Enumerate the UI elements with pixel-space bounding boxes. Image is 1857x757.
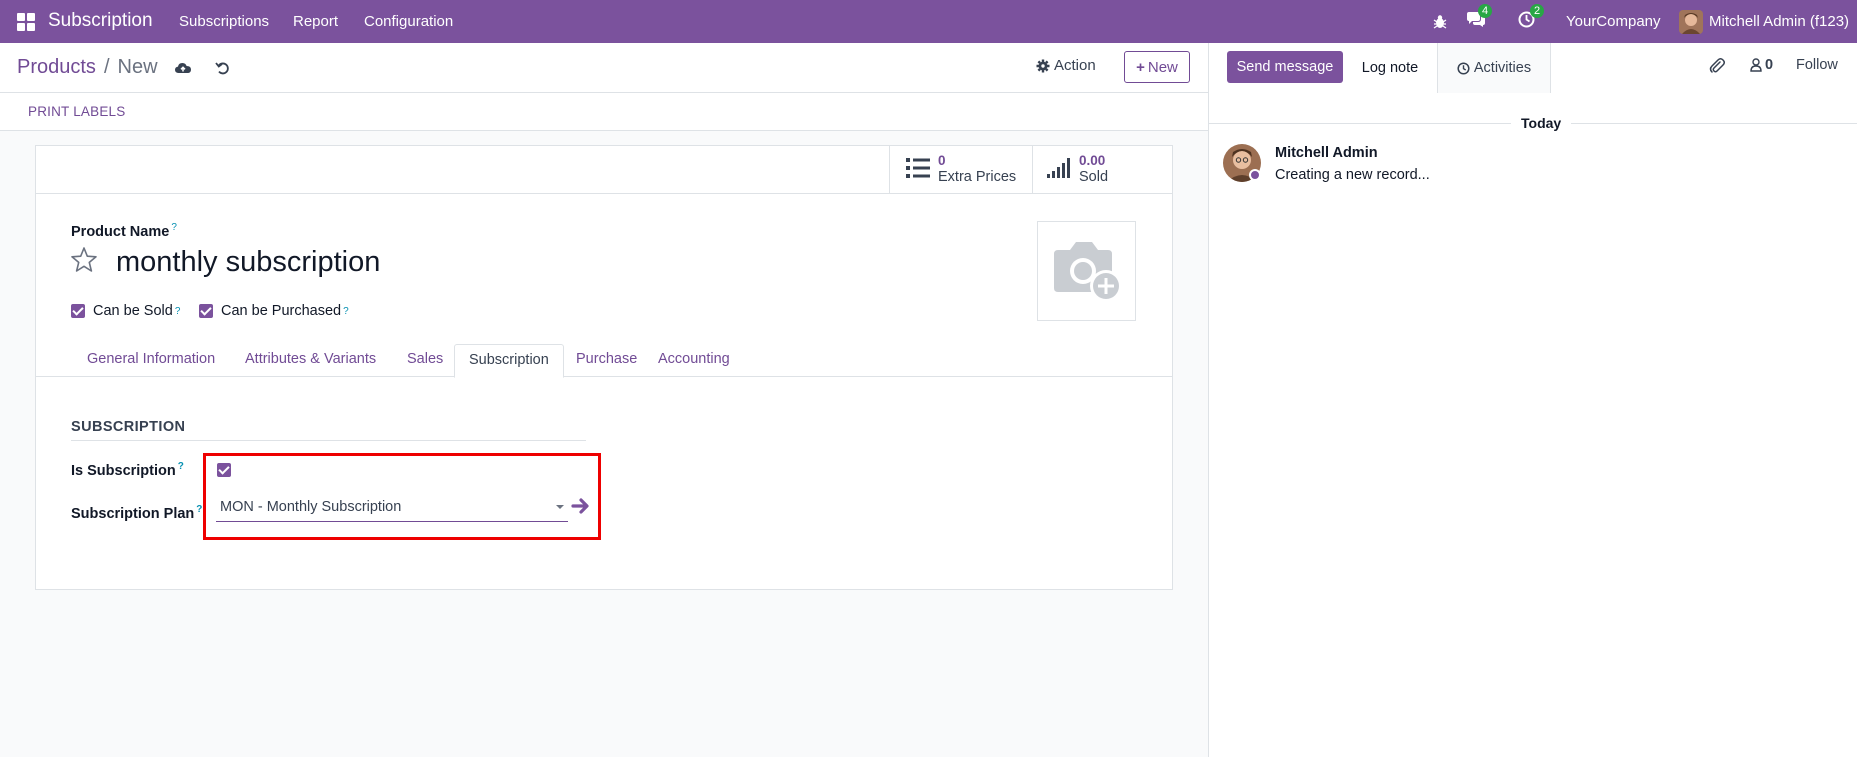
sold-value: 0.00	[1079, 153, 1106, 168]
menu-report[interactable]: Report	[293, 13, 338, 30]
breadcrumb-separator: /	[103, 56, 110, 78]
activities-label: Activities	[1473, 60, 1532, 76]
form-sheet: 0 Extra Prices 0.00 Sold Product Name? m…	[35, 145, 1173, 590]
activities-button[interactable]: Activities	[1437, 43, 1551, 93]
help-tooltip-icon[interactable]: ?	[178, 461, 184, 472]
is-subscription-label: Is Subscription?	[71, 461, 184, 479]
product-name-label: Product Name?	[71, 222, 177, 240]
extra-prices-label: Extra Prices	[938, 169, 1017, 185]
activities-menu[interactable]: 2	[1518, 0, 1544, 43]
help-tooltip-icon[interactable]: ?	[343, 306, 349, 317]
message-author[interactable]: Mitchell Admin	[1275, 145, 1378, 161]
clock-icon	[1457, 61, 1470, 75]
control-panel: Products / New Action + New	[0, 43, 1208, 93]
dropdown-caret-icon[interactable]	[556, 505, 564, 509]
section-divider	[71, 440, 586, 441]
subscription-plan-select[interactable]: MON - Monthly Subscription	[216, 496, 568, 522]
product-name-input[interactable]: monthly subscription	[116, 246, 380, 279]
log-note-button[interactable]: Log note	[1343, 43, 1437, 93]
chat-bubbles-icon: 4	[1466, 3, 1492, 33]
extra-prices-value: 0	[938, 153, 946, 168]
clock-icon: 2	[1518, 4, 1544, 32]
user-icon	[1750, 58, 1762, 72]
help-tooltip-icon[interactable]: ?	[171, 222, 177, 233]
help-tooltip-icon[interactable]: ?	[196, 504, 202, 515]
signal-bars-icon	[1047, 157, 1071, 183]
is-subscription-checkbox[interactable]	[217, 463, 231, 477]
user-name: Mitchell Admin (f123)	[1709, 13, 1850, 30]
tab-purchase[interactable]: Purchase	[562, 344, 651, 377]
can-be-purchased-field: Can be Purchased?	[199, 303, 349, 319]
help-tooltip-icon[interactable]: ?	[175, 306, 181, 317]
date-separator-label: Today	[1511, 115, 1572, 131]
print-labels-button[interactable]: PRINT LABELS	[28, 104, 125, 119]
tab-sales[interactable]: Sales	[393, 344, 457, 377]
new-label: New	[1147, 58, 1178, 76]
menu-subscriptions[interactable]: Subscriptions	[179, 13, 269, 30]
can-be-purchased-checkbox[interactable]	[199, 304, 213, 318]
can-be-purchased-label: Can be Purchased	[221, 303, 342, 319]
breadcrumb-products[interactable]: Products	[17, 56, 96, 79]
messages-menu[interactable]: 4	[1466, 0, 1492, 43]
new-record-button[interactable]: + New	[1124, 51, 1190, 83]
menu-configuration[interactable]: Configuration	[364, 13, 453, 30]
can-be-sold-field: Can be Sold?	[71, 303, 180, 319]
can-be-sold-checkbox[interactable]	[71, 304, 85, 318]
chatter-panel: Send message Log note Activities 0 Follo…	[1208, 43, 1857, 757]
followers-count: 0	[1765, 57, 1774, 73]
favorite-star-icon[interactable]	[70, 246, 98, 274]
tab-accounting[interactable]: Accounting	[644, 344, 744, 377]
product-image-upload[interactable]	[1037, 221, 1136, 321]
internal-link-arrow-icon[interactable]	[570, 495, 592, 517]
messages-badge: 4	[1478, 3, 1492, 18]
gear-icon	[1036, 59, 1050, 72]
top-navbar: Subscription Subscriptions Report Config…	[0, 0, 1857, 43]
breadcrumb: Products / New	[17, 56, 158, 79]
action-label: Action	[1054, 57, 1096, 74]
sold-label: Sold	[1079, 169, 1109, 185]
message-body: Creating a new record...	[1275, 167, 1430, 183]
user-avatar	[1679, 9, 1703, 34]
debug-icon[interactable]	[1432, 0, 1448, 43]
section-title: SUBSCRIPTION	[71, 419, 186, 435]
company-switcher[interactable]: YourCompany	[1566, 0, 1661, 43]
camera-plus-icon	[1053, 242, 1122, 302]
discard-undo-icon[interactable]	[214, 59, 232, 77]
online-status-indicator	[1249, 169, 1261, 181]
breadcrumb-current: New	[117, 56, 158, 78]
notebook-tabs: General Information Attributes & Variant…	[36, 344, 1172, 378]
chatter-topbar: Send message Log note Activities 0 Follo…	[1209, 43, 1857, 93]
paperclip-icon	[1709, 58, 1725, 73]
user-menu[interactable]: Mitchell Admin (f123)	[1679, 0, 1849, 43]
sold-smart-button[interactable]: 0.00 Sold	[1032, 146, 1172, 193]
smart-buttons-row: 0 Extra Prices 0.00 Sold	[36, 146, 1172, 194]
activities-badge: 2	[1530, 4, 1544, 18]
subscription-plan-label: Subscription Plan?	[71, 504, 203, 522]
send-message-button[interactable]: Send message	[1227, 51, 1343, 83]
action-button[interactable]: Action	[1036, 57, 1096, 74]
subscription-plan-value: MON - Monthly Subscription	[220, 499, 402, 515]
extra-prices-smart-button[interactable]: 0 Extra Prices	[889, 146, 1032, 193]
tab-attributes-variants[interactable]: Attributes & Variants	[231, 344, 390, 377]
tab-subscription[interactable]: Subscription	[454, 344, 564, 378]
form-button-bar: PRINT LABELS	[0, 93, 1208, 131]
attachments-button[interactable]	[1709, 57, 1725, 75]
save-cloud-icon[interactable]	[174, 59, 192, 77]
followers-button[interactable]: 0	[1750, 57, 1773, 73]
tab-general-information[interactable]: General Information	[73, 344, 229, 377]
app-name[interactable]: Subscription	[48, 10, 153, 32]
list-icon	[906, 157, 930, 183]
follow-button[interactable]: Follow	[1796, 57, 1838, 73]
can-be-sold-label: Can be Sold	[93, 303, 173, 319]
apps-menu-icon[interactable]	[17, 13, 35, 31]
plus-icon: +	[1136, 58, 1145, 76]
